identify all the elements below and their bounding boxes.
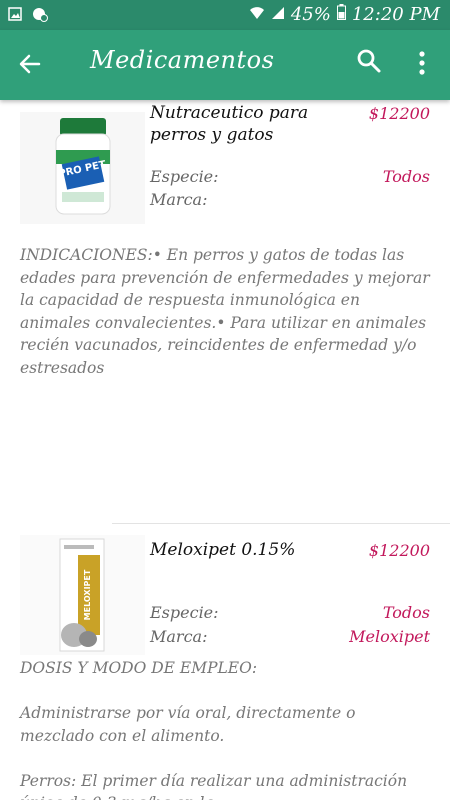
more-vert-icon[interactable] [410, 48, 434, 78]
product-image: PRO PET [20, 112, 145, 224]
page-title: Medicamentos [90, 46, 275, 74]
especie-label: Especie: [150, 603, 219, 622]
signal-icon [271, 4, 285, 25]
image-notification-icon [8, 6, 22, 21]
sync-notification-icon [32, 6, 48, 22]
product-description: DOSIS Y MODO DE EMPLEO: Administrarse po… [20, 659, 408, 800]
back-arrow-icon[interactable] [14, 48, 46, 80]
status-bar: 45% 12:20 PM [0, 0, 450, 30]
app-bar: Medicamentos [0, 30, 450, 100]
product-name: Meloxipet 0.15% [150, 540, 296, 560]
product-card[interactable]: PRO PET Nutraceutico para perros y gatos… [0, 100, 450, 520]
battery-percent: 45% [290, 4, 331, 25]
product-list[interactable]: PRO PET Nutraceutico para perros y gatos… [0, 100, 450, 800]
product-card[interactable]: MELOXIPET Meloxipet 0.15% $12200 Especie… [0, 535, 450, 800]
clock: 12:20 PM [351, 4, 440, 25]
wifi-icon [249, 4, 265, 25]
search-icon[interactable] [356, 48, 386, 78]
battery-icon [336, 4, 346, 25]
divider [112, 523, 450, 524]
especie-value: Todos [382, 167, 430, 186]
product-description: INDICACIONES:• En perros y gatos de toda… [20, 246, 430, 377]
product-name: Nutraceutico para perros y gatos [150, 103, 309, 145]
product-price: $12200 [368, 104, 430, 123]
marca-label: Marca: [150, 190, 208, 209]
product-image: MELOXIPET [20, 535, 145, 655]
especie-value: Todos [382, 603, 430, 622]
product-image-text: MELOXIPET [83, 569, 92, 620]
product-price: $12200 [368, 541, 430, 560]
marca-label: Marca: [150, 627, 208, 646]
especie-label: Especie: [150, 167, 219, 186]
marca-value: Meloxipet [349, 627, 430, 646]
